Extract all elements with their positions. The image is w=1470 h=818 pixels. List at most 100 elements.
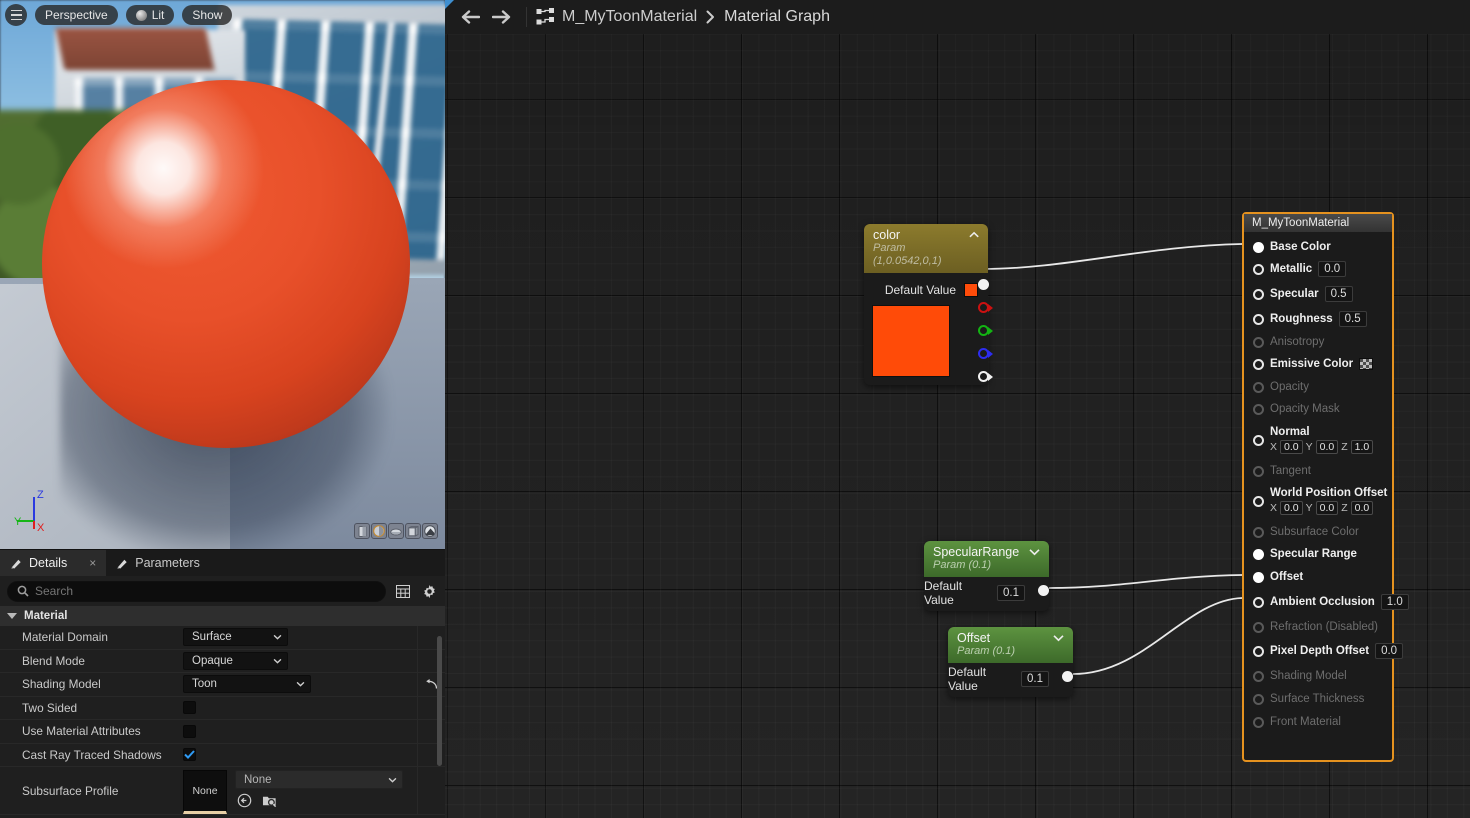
output-input-metallic[interactable]: Metallic 0.0 (1244, 261, 1392, 277)
browse-to-asset-icon[interactable] (262, 793, 278, 808)
node-offset-value[interactable]: 0.1 (1021, 671, 1049, 687)
pin-specular-range[interactable] (1253, 549, 1264, 560)
output-input-normal[interactable]: Normal X 0.0 Y 0.0 Z 1.0 (1244, 426, 1392, 454)
pin-emissive-color[interactable] (1253, 359, 1264, 370)
plane-preview-button[interactable] (388, 523, 404, 539)
forward-button[interactable] (487, 4, 517, 30)
tab-details-close[interactable]: × (89, 556, 96, 570)
cylinder-preview-button[interactable] (354, 523, 370, 539)
subsurface-profile-dropdown[interactable]: None (235, 770, 403, 789)
pin-subsurface-color[interactable] (1253, 527, 1264, 538)
pin-surface-thickness[interactable] (1253, 694, 1264, 705)
node-specular-range-value[interactable]: 0.1 (997, 585, 1025, 601)
node-color-swatch[interactable] (964, 283, 978, 297)
use-material-attributes-checkbox[interactable] (183, 725, 196, 738)
output-input-world-position-offset[interactable]: World Position Offset X 0.0 Y 0.0 Z 0.0 (1244, 487, 1392, 515)
value-metallic[interactable]: 0.0 (1318, 261, 1346, 277)
details-search-input[interactable] (35, 584, 376, 598)
output-input-subsurface-color[interactable]: Subsurface Color (1244, 526, 1392, 538)
output-input-specular[interactable]: Specular 0.5 (1244, 286, 1392, 302)
subsurface-profile-thumbnail[interactable]: None (183, 770, 227, 814)
output-input-pixel-depth-offset[interactable]: Pixel Depth Offset 0.0 (1244, 643, 1392, 659)
node-specular-range-param[interactable]: SpecularRange Param (0.1) Default Value … (924, 541, 1049, 611)
output-input-front-material[interactable]: Front Material (1244, 716, 1392, 728)
material-domain-dropdown[interactable]: Surface (183, 628, 288, 646)
output-input-base-color[interactable]: Base Color (1244, 241, 1392, 253)
value-wpo-x[interactable]: 0.0 (1280, 501, 1303, 515)
value-normal-z[interactable]: 1.0 (1351, 440, 1374, 454)
tab-parameters[interactable]: Parameters (106, 550, 210, 576)
value-normal-y[interactable]: 0.0 (1316, 440, 1339, 454)
pin-front-material[interactable] (1253, 717, 1264, 728)
shading-model-dropdown[interactable]: Toon (183, 675, 311, 693)
output-input-specular-range[interactable]: Specular Range (1244, 548, 1392, 560)
details-search-box[interactable] (7, 581, 386, 602)
pin-out-offset[interactable] (1062, 671, 1073, 682)
pin-opacity-mask[interactable] (1253, 404, 1264, 415)
node-material-output[interactable]: M_MyToonMaterial Base Color Metallic 0.0… (1242, 212, 1394, 762)
output-input-emissive-color[interactable]: Emissive Color (1244, 358, 1392, 370)
pin-specular[interactable] (1253, 289, 1264, 300)
viewport-viewmode-button[interactable]: Lit (126, 5, 175, 25)
breadcrumb-root[interactable]: M_MyToonMaterial (562, 8, 697, 26)
browse-back-icon[interactable] (237, 793, 252, 808)
output-input-opacity[interactable]: Opacity (1244, 381, 1392, 393)
chevron-down-icon[interactable] (1029, 548, 1040, 556)
pin-base-color[interactable] (1253, 242, 1264, 253)
details-scrollbar[interactable] (437, 636, 442, 766)
viewport-show-button[interactable]: Show (182, 5, 232, 25)
output-input-refraction[interactable]: Refraction (Disabled) (1244, 621, 1392, 633)
output-input-opacity-mask[interactable]: Opacity Mask (1244, 403, 1392, 415)
value-ambient-occlusion[interactable]: 1.0 (1381, 594, 1409, 610)
value-pixel-depth-offset[interactable]: 0.0 (1375, 643, 1403, 659)
value-wpo-z[interactable]: 0.0 (1351, 501, 1374, 515)
pin-pixel-depth-offset[interactable] (1253, 646, 1264, 657)
node-offset-header[interactable]: Offset Param (0.1) (948, 627, 1073, 663)
pin-world-position-offset[interactable] (1253, 496, 1264, 507)
pin-tangent[interactable] (1253, 466, 1264, 477)
tab-details[interactable]: Details × (0, 550, 106, 576)
viewport-menu-button[interactable] (5, 4, 27, 26)
cube-preview-button[interactable] (405, 523, 421, 539)
back-button[interactable] (455, 4, 485, 30)
chevron-down-icon[interactable] (1053, 634, 1064, 642)
details-category-material[interactable]: Material (0, 606, 445, 626)
material-preview-viewport[interactable]: Perspective Lit Show Z Y X (0, 0, 445, 549)
pin-shading-model[interactable] (1253, 671, 1264, 682)
value-roughness[interactable]: 0.5 (1339, 311, 1367, 327)
pin-normal[interactable] (1253, 435, 1264, 446)
output-input-tangent[interactable]: Tangent (1244, 465, 1392, 477)
output-input-offset[interactable]: Offset (1244, 571, 1392, 583)
table-view-button[interactable] (394, 582, 412, 600)
node-specular-range-header[interactable]: SpecularRange Param (0.1) (924, 541, 1049, 577)
pin-anisotropy[interactable] (1253, 337, 1264, 348)
node-offset-param[interactable]: Offset Param (0.1) Default Value 0.1 (948, 627, 1073, 697)
output-input-surface-thickness[interactable]: Surface Thickness (1244, 693, 1392, 705)
output-input-roughness[interactable]: Roughness 0.5 (1244, 311, 1392, 327)
two-sided-checkbox[interactable] (183, 701, 196, 714)
settings-button[interactable] (420, 582, 438, 600)
swatch-emissive-color[interactable] (1359, 358, 1373, 370)
material-graph-canvas[interactable]: M_MyToonMaterial Material Graph color Pa… (445, 0, 1470, 818)
custom-mesh-preview-button[interactable] (422, 523, 438, 539)
blend-mode-dropdown[interactable]: Opaque (183, 652, 288, 670)
output-input-shading-model[interactable]: Shading Model (1244, 670, 1392, 682)
node-color-param[interactable]: color Param (1,0.0542,0,1) Default Value (864, 224, 988, 385)
cast-ray-traced-shadows-checkbox[interactable] (183, 748, 196, 761)
chevron-up-icon[interactable] (969, 231, 979, 239)
pin-offset[interactable] (1253, 572, 1264, 583)
value-specular[interactable]: 0.5 (1325, 286, 1353, 302)
pin-refraction[interactable] (1253, 622, 1264, 633)
viewport-perspective-button[interactable]: Perspective (35, 5, 118, 25)
sphere-preview-button[interactable] (371, 523, 387, 539)
node-color-header[interactable]: color Param (1,0.0542,0,1) (864, 224, 988, 273)
pin-opacity[interactable] (1253, 382, 1264, 393)
pin-roughness[interactable] (1253, 314, 1264, 325)
pin-out-rgba[interactable] (978, 279, 989, 290)
pin-ambient-occlusion[interactable] (1253, 597, 1264, 608)
value-wpo-y[interactable]: 0.0 (1316, 501, 1339, 515)
output-input-ambient-occlusion[interactable]: Ambient Occlusion 1.0 (1244, 594, 1392, 610)
output-input-anisotropy[interactable]: Anisotropy (1244, 336, 1392, 348)
pin-out-specular-range[interactable] (1038, 585, 1049, 596)
value-normal-x[interactable]: 0.0 (1280, 440, 1303, 454)
